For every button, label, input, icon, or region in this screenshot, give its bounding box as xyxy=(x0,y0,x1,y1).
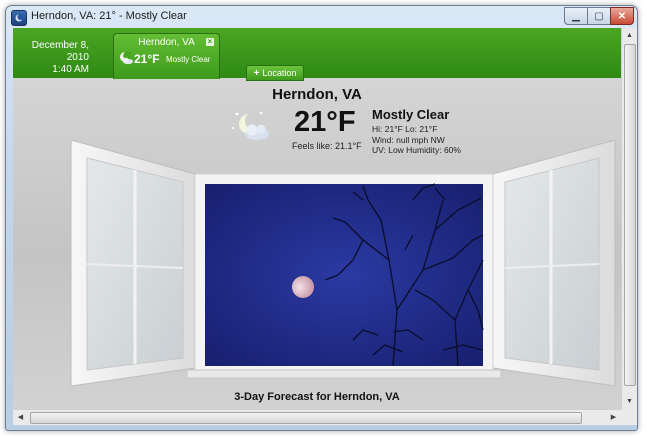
current-date: December 8, 2010 xyxy=(31,40,89,63)
maximize-button[interactable]: ▢ xyxy=(587,7,611,25)
close-icon: ✕ xyxy=(617,10,627,22)
right-window-shutter xyxy=(492,140,616,387)
date-time: December 8, 2010 1:40 AM xyxy=(21,40,89,76)
current-time: 1:40 AM xyxy=(52,64,89,75)
minimize-button[interactable]: ▁ xyxy=(564,7,588,25)
moon-cloud-icon xyxy=(118,51,134,70)
app-icon[interactable] xyxy=(11,10,27,26)
weather-client-area: December 8, 2010 1:40 AM Herndon, VA × 2… xyxy=(13,28,621,409)
add-location-label: Location xyxy=(262,68,297,78)
left-window-shutter xyxy=(70,140,196,387)
add-location-button[interactable]: + Location xyxy=(246,65,304,81)
minimize-icon: ▁ xyxy=(572,10,580,22)
vertical-scrollbar[interactable]: ▲ ▼ xyxy=(621,28,637,409)
horizontal-scrollbar[interactable]: ◀ ▶ xyxy=(13,409,621,425)
moon xyxy=(292,276,314,298)
current-temp: 21°F xyxy=(294,106,356,138)
vertical-scroll-thumb[interactable] xyxy=(624,44,636,386)
scroll-down-icon[interactable]: ▼ xyxy=(622,394,637,409)
scroll-up-icon[interactable]: ▲ xyxy=(622,28,637,43)
current-city: Herndon, VA xyxy=(272,86,362,103)
window-title: Herndon, VA: 21° - Mostly Clear xyxy=(31,10,187,22)
close-button[interactable]: ✕ xyxy=(610,7,634,25)
night-sky-image xyxy=(205,183,484,367)
tab-close-icon[interactable]: × xyxy=(206,38,214,46)
plus-icon: + xyxy=(253,67,260,79)
resize-grip[interactable] xyxy=(621,409,637,425)
location-tab-temp: 21°F xyxy=(134,52,160,66)
scroll-right-icon[interactable]: ▶ xyxy=(606,410,621,425)
location-tab-condition: Mostly Clear xyxy=(166,55,211,64)
current-condition: Mostly Clear xyxy=(372,107,450,122)
hi-lo: Hi: 21°F Lo: 21°F xyxy=(372,124,438,134)
title-bar[interactable]: Herndon, VA: 21° - Mostly Clear ▁ ▢ ✕ xyxy=(6,6,637,28)
window-scene xyxy=(70,140,616,387)
forecast-title: 3-Day Forecast for Herndon, VA xyxy=(234,391,400,403)
app-window: Herndon, VA: 21° - Mostly Clear ▁ ▢ ✕ De… xyxy=(5,5,638,431)
location-tab-bar: December 8, 2010 1:40 AM Herndon, VA × 2… xyxy=(13,28,621,81)
location-tab-herndon[interactable]: Herndon, VA × 21°F Mostly Clear xyxy=(113,33,220,79)
maximize-icon: ▢ xyxy=(594,10,604,22)
scroll-left-icon[interactable]: ◀ xyxy=(13,410,28,425)
location-tab-city: Herndon, VA xyxy=(138,37,195,48)
horizontal-scroll-thumb[interactable] xyxy=(30,412,582,424)
